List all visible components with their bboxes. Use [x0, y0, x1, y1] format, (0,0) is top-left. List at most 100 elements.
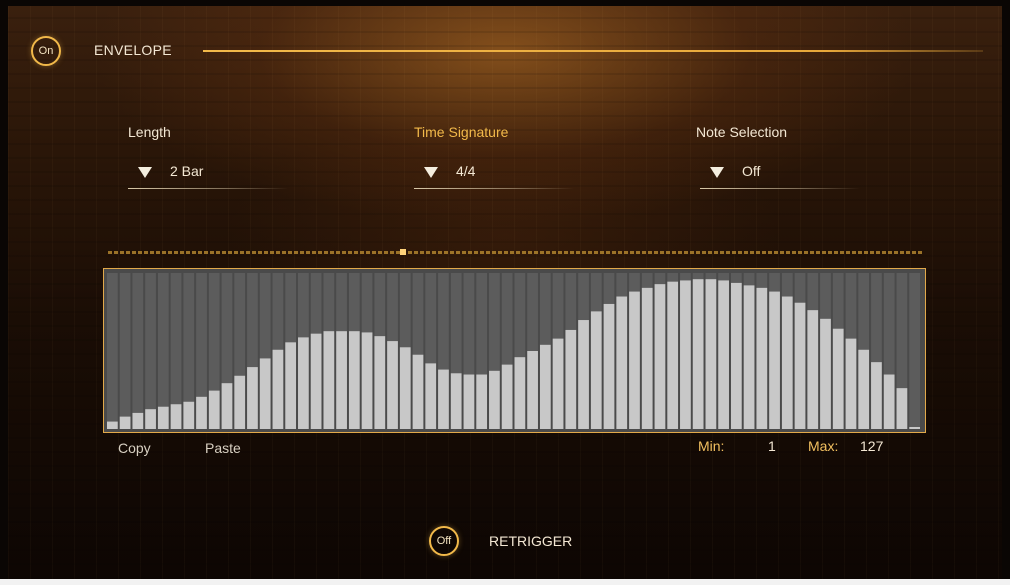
envelope-step-bar[interactable]: [285, 342, 297, 429]
length-value: 2 Bar: [170, 163, 204, 179]
envelope-power-toggle[interactable]: On: [31, 36, 61, 66]
max-value[interactable]: 127: [860, 438, 883, 454]
envelope-step-bar[interactable]: [438, 369, 449, 429]
length-underline: [128, 188, 288, 189]
envelope-step-bar[interactable]: [539, 344, 551, 429]
note-selection-dropdown[interactable]: Off: [700, 159, 860, 189]
chevron-down-icon: [424, 167, 438, 178]
envelope-step-bar[interactable]: [858, 349, 870, 429]
envelope-step-bar[interactable]: [247, 367, 258, 429]
min-value[interactable]: 1: [768, 438, 776, 454]
envelope-step-bar[interactable]: [769, 291, 780, 429]
envelope-step-bar[interactable]: [871, 362, 882, 429]
envelope-step-bar[interactable]: [374, 336, 386, 429]
chevron-down-icon: [138, 167, 152, 178]
envelope-step-bar[interactable]: [272, 349, 284, 429]
envelope-step-bar[interactable]: [310, 333, 322, 429]
envelope-step-bar[interactable]: [336, 331, 347, 429]
envelope-step-bar[interactable]: [794, 302, 806, 429]
envelope-step-bar[interactable]: [578, 320, 589, 429]
envelope-step-bar[interactable]: [730, 282, 742, 429]
envelope-step-bar[interactable]: [361, 332, 373, 429]
retrigger-toggle[interactable]: Off: [429, 526, 459, 556]
envelope-step-bar[interactable]: [718, 280, 729, 429]
envelope-step-bar[interactable]: [756, 287, 768, 429]
length-dropdown[interactable]: 2 Bar: [128, 159, 288, 189]
envelope-step-bar[interactable]: [909, 427, 920, 429]
envelope-step-bar[interactable]: [667, 281, 679, 429]
header-divider: [203, 50, 983, 52]
envelope-step-bar[interactable]: [501, 364, 513, 429]
copy-button[interactable]: Copy: [118, 440, 151, 456]
envelope-step-bar[interactable]: [476, 374, 488, 429]
envelope-step-bar[interactable]: [680, 280, 691, 429]
envelope-step-bar[interactable]: [654, 284, 666, 429]
envelope-step-bar[interactable]: [463, 374, 475, 429]
envelope-step-bar[interactable]: [629, 291, 640, 429]
step-slot[interactable]: [145, 273, 156, 429]
step-slot[interactable]: [119, 273, 131, 429]
step-slot[interactable]: [909, 273, 920, 429]
envelope-step-bar[interactable]: [807, 310, 819, 429]
envelope-step-bar[interactable]: [221, 383, 233, 429]
envelope-step-bar[interactable]: [692, 279, 704, 429]
step-position-marker: [400, 249, 406, 255]
envelope-title: ENVELOPE: [94, 42, 172, 58]
envelope-step-bar[interactable]: [387, 341, 398, 429]
note-selection-value: Off: [742, 163, 761, 179]
envelope-step-bar[interactable]: [183, 401, 195, 429]
envelope-step-bar[interactable]: [196, 396, 207, 429]
envelope-step-bar[interactable]: [552, 338, 564, 429]
envelope-step-bar[interactable]: [399, 347, 411, 429]
envelope-step-bar[interactable]: [527, 351, 538, 429]
envelope-step-bar[interactable]: [412, 354, 424, 429]
envelope-step-editor[interactable]: [103, 268, 926, 433]
envelope-step-bar[interactable]: [832, 328, 844, 429]
max-label: Max:: [808, 438, 839, 454]
envelope-step-bar[interactable]: [107, 421, 118, 429]
envelope-step-bar[interactable]: [883, 374, 895, 429]
step-slot[interactable]: [132, 273, 144, 429]
envelope-step-bar[interactable]: [896, 388, 908, 429]
envelope-step-bar[interactable]: [450, 373, 462, 429]
envelope-panel: On ENVELOPE Length 2 Bar Time Signature …: [8, 6, 1002, 579]
envelope-step-bar[interactable]: [590, 311, 602, 429]
note-selection-underline: [700, 188, 860, 189]
envelope-step-bar[interactable]: [845, 338, 857, 429]
envelope-step-bar[interactable]: [170, 404, 182, 429]
envelope-step-bar[interactable]: [603, 303, 615, 429]
envelope-step-bar[interactable]: [514, 357, 526, 429]
paste-button[interactable]: Paste: [205, 440, 241, 456]
envelope-step-bar[interactable]: [820, 318, 831, 429]
envelope-step-bar[interactable]: [781, 296, 793, 429]
chevron-down-icon: [710, 167, 724, 178]
envelope-step-bar[interactable]: [259, 358, 271, 429]
envelope-bars: [107, 273, 920, 429]
time-signature-value: 4/4: [456, 163, 476, 179]
envelope-step-bar[interactable]: [323, 331, 335, 429]
envelope-step-bar[interactable]: [489, 370, 500, 429]
envelope-step-bar[interactable]: [298, 337, 309, 429]
envelope-step-bar[interactable]: [743, 285, 755, 429]
envelope-step-bar[interactable]: [119, 416, 131, 429]
time-signature-dropdown[interactable]: 4/4: [414, 159, 574, 189]
envelope-step-bar[interactable]: [641, 287, 653, 429]
envelope-step-bar[interactable]: [565, 329, 577, 429]
envelope-step-bar[interactable]: [425, 363, 437, 429]
note-selection-label: Note Selection: [696, 124, 788, 140]
step-slot[interactable]: [157, 273, 169, 429]
envelope-step-bar[interactable]: [234, 375, 246, 429]
retrigger-state: Off: [436, 535, 452, 547]
envelope-step-bar[interactable]: [705, 279, 717, 429]
window-bottom-edge: [0, 579, 1010, 585]
envelope-step-bar[interactable]: [157, 406, 169, 429]
length-label: Length: [128, 124, 171, 140]
envelope-step-bar[interactable]: [132, 412, 144, 429]
time-signature-underline: [414, 188, 574, 189]
time-signature-label: Time Signature: [414, 124, 509, 140]
envelope-step-bar[interactable]: [145, 409, 156, 429]
envelope-step-bar[interactable]: [348, 331, 360, 429]
step-slot[interactable]: [107, 273, 118, 429]
envelope-step-bar[interactable]: [616, 296, 628, 429]
envelope-step-bar[interactable]: [208, 390, 220, 429]
